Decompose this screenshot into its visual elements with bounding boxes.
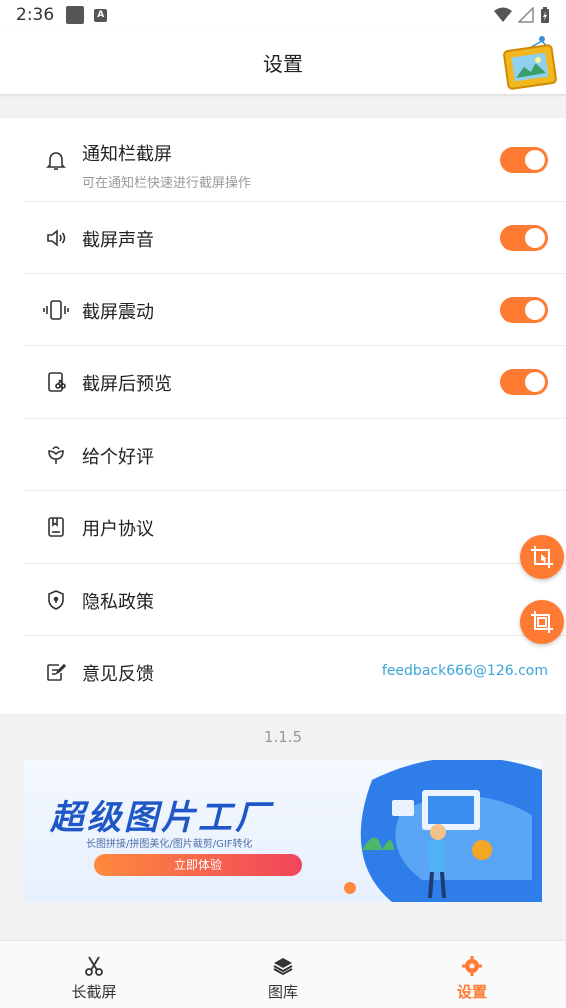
vibrate-icon: [42, 296, 70, 324]
tab-label: 长截屏: [71, 983, 117, 1001]
tap-screenshot-fab[interactable]: [520, 535, 564, 579]
setting-feedback[interactable]: 意见反馈 feedback666@126.com: [24, 636, 566, 708]
app-notification-icon: A: [94, 8, 108, 22]
tab-settings[interactable]: 设置: [378, 941, 566, 1008]
tab-label: 设置: [456, 983, 487, 1001]
tap-crop-icon: [531, 546, 553, 568]
document-icon: [42, 513, 70, 541]
settings-list: 通知栏截屏 可在通知栏快速进行截屏操作 截屏声音 截屏震动 截屏后预览 给个好评: [0, 118, 566, 714]
app-bar: 设置: [0, 30, 566, 94]
feedback-email-link[interactable]: feedback666@126.com: [382, 663, 548, 679]
wifi-icon: [494, 7, 512, 22]
tab-long-screenshot[interactable]: 长截屏: [0, 941, 188, 1008]
feedback-icon: [42, 658, 70, 686]
app-version: 1.1.5: [263, 728, 303, 746]
screenshot-sound-toggle[interactable]: [500, 225, 548, 251]
setting-privacy-policy[interactable]: 隐私政策: [24, 564, 566, 636]
setting-label: 截屏震动: [82, 302, 154, 323]
setting-label: 用户协议: [82, 519, 154, 540]
battery-icon: [541, 6, 549, 23]
setting-rate-app[interactable]: 给个好评: [24, 419, 566, 491]
promo-banner[interactable]: 超级图片工厂 长图拼接/拼图美化/图片裁剪/GIF转化 立即体验: [24, 760, 542, 902]
status-time: 2:36: [16, 5, 55, 25]
tab-gallery[interactable]: 图库: [189, 941, 377, 1008]
crop-screenshot-fab[interactable]: [520, 600, 564, 644]
notification-icon: [66, 6, 85, 24]
notification-screenshot-toggle[interactable]: [500, 147, 548, 173]
setting-user-agreement[interactable]: 用户协议: [24, 491, 566, 564]
setting-label: 给个好评: [82, 447, 154, 468]
flower-icon: [42, 441, 70, 469]
setting-preview-after-screenshot[interactable]: 截屏后预览: [24, 346, 566, 419]
setting-screenshot-sound[interactable]: 截屏声音: [24, 202, 566, 274]
setting-description: 可在通知栏快速进行截屏操作: [82, 176, 252, 191]
layers-icon: [271, 954, 295, 978]
setting-label: 意见反馈: [82, 664, 154, 685]
banner-title: 超级图片工厂: [50, 798, 272, 838]
setting-label: 隐私政策: [82, 592, 154, 613]
crop-icon: [531, 611, 553, 633]
setting-notification-screenshot[interactable]: 通知栏截屏 可在通知栏快速进行截屏操作: [24, 118, 566, 202]
picture-frame-icon[interactable]: [502, 36, 558, 90]
bell-icon: [42, 146, 70, 174]
page-title: 设置: [263, 51, 303, 76]
setting-label: 截屏声音: [82, 230, 154, 251]
gear-icon: [460, 954, 484, 978]
scissors-icon: [82, 954, 106, 978]
tab-label: 图库: [267, 983, 298, 1001]
preview-after-screenshot-toggle[interactable]: [500, 369, 548, 395]
shield-icon: [42, 586, 70, 614]
setting-label: 截屏后预览: [82, 374, 172, 395]
bottom-tab-bar: 长截屏 图库 设置: [0, 940, 566, 1008]
speaker-icon: [42, 224, 70, 252]
setting-label: 通知栏截屏: [82, 144, 172, 165]
setting-screenshot-vibration[interactable]: 截屏震动: [24, 274, 566, 346]
signal-icon: [518, 7, 534, 23]
banner-try-now-button[interactable]: 立即体验: [94, 854, 302, 876]
banner-illustration: [344, 760, 542, 902]
status-bar: 2:36 A: [0, 0, 566, 30]
banner-subtitle: 长图拼接/拼图美化/图片裁剪/GIF转化: [86, 839, 253, 850]
screenshot-vibration-toggle[interactable]: [500, 297, 548, 323]
preview-icon: [42, 368, 70, 396]
